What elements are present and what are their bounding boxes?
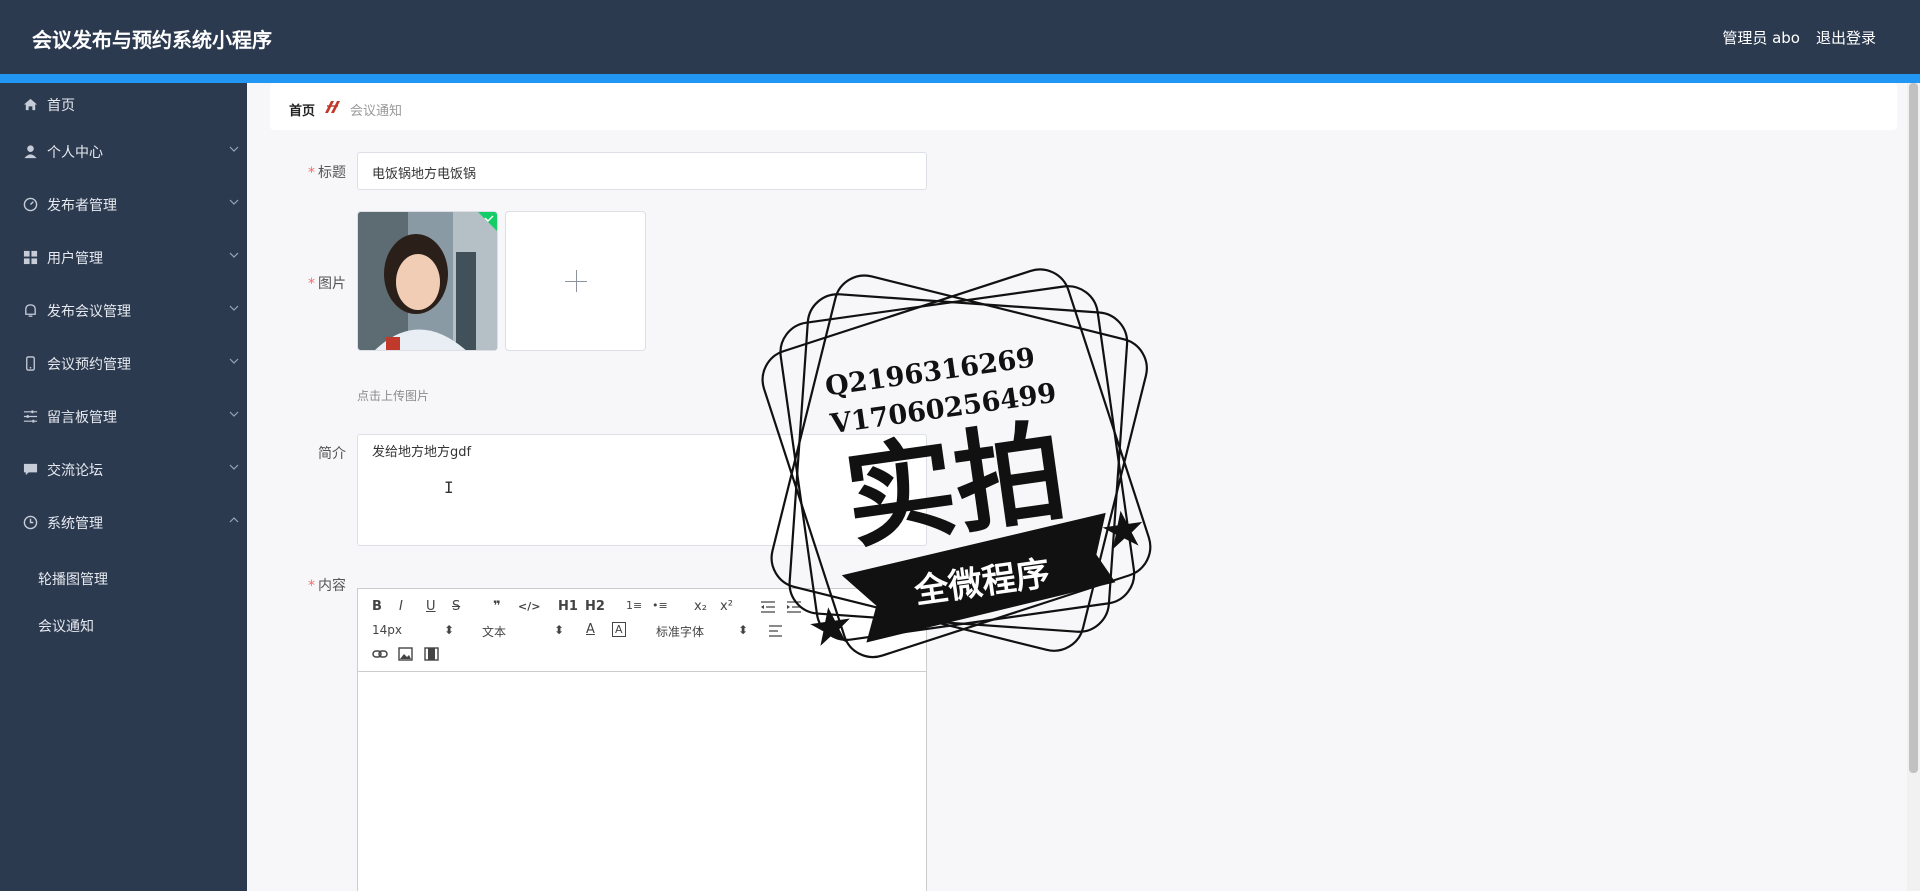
current-user: 管理员 abo — [1722, 29, 1800, 47]
sidebar: 首页 个人中心 发布者管理 用户管理 发布会议管理 会议预约管理 留言板管理 交… — [0, 83, 247, 891]
ordered-list-button[interactable]: 1≡ — [626, 599, 642, 612]
font-color-icon[interactable]: A — [586, 622, 595, 637]
h2-button[interactable]: H2 — [585, 599, 605, 614]
sidebar-item-label: 会议预约管理 — [47, 357, 131, 373]
bullet-list-button[interactable]: •≡ — [652, 599, 668, 612]
indent-icon[interactable] — [786, 601, 802, 613]
breadcrumb: 首页 会议通知 — [270, 83, 1897, 130]
sidebar-item-publisher[interactable]: 发布者管理 — [0, 185, 247, 225]
intro-label: 简介 — [318, 446, 346, 462]
star-icon — [1102, 510, 1143, 550]
watermark-ribbon: 全微程序 — [911, 553, 1052, 612]
outdent-icon[interactable] — [760, 601, 776, 613]
sidebar-item-system[interactable]: 系统管理 — [0, 503, 247, 543]
superscript-button[interactable]: x² — [720, 599, 733, 614]
sidebar-subitem-carousel[interactable]: 轮播图管理 — [38, 569, 108, 589]
top-header: 会议发布与预约系统小程序 管理员 abo 退出登录 — [0, 0, 1920, 74]
chevron-down-icon — [229, 146, 239, 152]
chevron-down-icon — [229, 199, 239, 205]
logout-button[interactable]: 退出登录 — [1816, 27, 1876, 48]
chevron-down-icon — [229, 305, 239, 311]
italic-button[interactable]: I — [399, 599, 403, 614]
underline-button[interactable]: U — [426, 599, 436, 614]
watermark-line2: V17060256499 — [828, 378, 1059, 441]
rich-text-editor[interactable]: B I U S ❞ </> H1 H2 1≡ •≡ x₂ x² 14px ⬍ 文本… — [357, 588, 927, 891]
sidebar-item-label: 发布者管理 — [47, 198, 117, 214]
breadcrumb-home[interactable]: 首页 — [289, 100, 315, 119]
clock-icon — [23, 515, 38, 530]
link-icon[interactable] — [372, 647, 388, 661]
phone-icon — [26, 356, 35, 371]
sidebar-item-personal-center[interactable]: 个人中心 — [0, 132, 247, 172]
sidebar-item-label: 交流论坛 — [47, 463, 103, 479]
sidebar-item-label: 用户管理 — [47, 251, 103, 267]
sidebar-item-users[interactable]: 用户管理 — [0, 238, 247, 278]
uploaded-image-thumbnail[interactable] — [357, 211, 498, 351]
font-size-select[interactable]: 14px ⬍ — [372, 623, 454, 637]
image-label: * 图片 — [308, 276, 346, 292]
sidebar-item-label: 系统管理 — [47, 516, 103, 532]
sidebar-item-meeting-booking[interactable]: 会议预约管理 — [0, 344, 247, 384]
text-cursor-icon: I — [444, 478, 454, 497]
page-scrollbar[interactable] — [1907, 83, 1920, 891]
breadcrumb-current: 会议通知 — [350, 104, 403, 119]
sidebar-item-label: 发布会议管理 — [47, 304, 131, 320]
watermark-line1: Q2196316269 — [823, 342, 1037, 402]
title-label: * 标题 — [308, 165, 346, 181]
sidebar-item-label: 首页 — [47, 98, 75, 114]
strike-button[interactable]: S — [452, 599, 460, 614]
sidebar-item-home[interactable]: 首页 — [0, 85, 247, 125]
chevron-down-icon — [229, 411, 239, 417]
code-button[interactable]: </> — [518, 600, 540, 613]
sidebar-item-label: 留言板管理 — [47, 410, 117, 426]
blockquote-button[interactable]: ❞ — [493, 599, 501, 614]
breadcrumb-separator-icon — [325, 101, 340, 113]
sidebar-item-meeting-publish[interactable]: 发布会议管理 — [0, 291, 247, 331]
grid-icon — [23, 250, 38, 265]
chevron-up-icon — [229, 517, 239, 523]
subscript-button[interactable]: x₂ — [694, 599, 707, 614]
image-upload-button[interactable] — [505, 211, 646, 351]
sliders-icon — [23, 410, 38, 423]
title-input[interactable]: 电饭锅地方电饭锅 — [357, 152, 927, 190]
home-icon — [23, 98, 38, 111]
header-accent-bar — [0, 74, 1920, 83]
editor-toolbar: B I U S ❞ </> H1 H2 1≡ •≡ x₂ x² 14px ⬍ 文本… — [358, 589, 926, 672]
chevron-down-icon — [229, 464, 239, 470]
chevron-down-icon — [229, 358, 239, 364]
align-icon[interactable] — [768, 625, 783, 637]
block-type-select[interactable]: 文本 ⬍ — [482, 623, 564, 640]
scrollbar-thumb[interactable] — [1909, 83, 1918, 773]
font-family-select[interactable]: 标准字体 ⬍ — [656, 623, 748, 640]
bold-button[interactable]: B — [372, 599, 382, 614]
video-icon[interactable] — [424, 647, 439, 661]
h1-button[interactable]: H1 — [558, 599, 578, 614]
background-color-icon[interactable]: A — [612, 622, 626, 637]
bell-icon — [25, 304, 36, 317]
user-icon — [24, 145, 37, 159]
app-title: 会议发布与预约系统小程序 — [32, 28, 272, 52]
sidebar-subitem-meeting-notice[interactable]: 会议通知 — [38, 616, 94, 636]
upload-hint: 点击上传图片 — [357, 389, 430, 403]
content-label: * 内容 — [308, 578, 346, 594]
chat-icon — [23, 463, 38, 476]
sidebar-item-forum[interactable]: 交流论坛 — [0, 450, 247, 490]
dashboard-icon — [23, 197, 38, 212]
chevron-down-icon — [229, 252, 239, 258]
intro-textarea[interactable]: 发给地方地方gdf — [357, 434, 927, 546]
sidebar-item-message-board[interactable]: 留言板管理 — [0, 397, 247, 437]
sidebar-item-label: 个人中心 — [47, 145, 103, 161]
image-icon[interactable] — [398, 647, 413, 661]
portrait-photo — [358, 212, 497, 350]
